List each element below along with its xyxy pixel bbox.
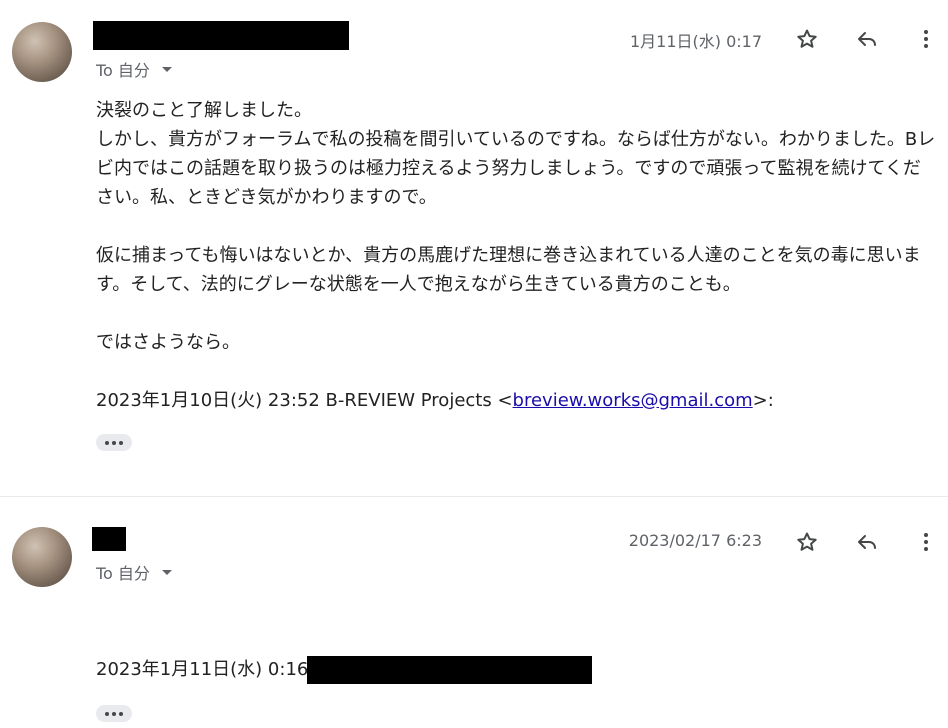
quoted-header-suffix: >: [752, 390, 774, 411]
email-message: To 自分 1月11日(水) 0:17 決裂のこと了解しました。 しかし、貴方が… [0, 0, 948, 496]
body-paragraph: ではさようなら。 [96, 332, 240, 353]
reply-icon [858, 32, 876, 46]
star-icon [797, 29, 817, 48]
ellipsis-dot [119, 711, 123, 716]
caret-down-icon[interactable] [161, 66, 172, 72]
more-options-button[interactable] [908, 21, 944, 57]
message-date: 2023/02/17 6:23 [628, 531, 762, 550]
redacted-sender-name [93, 21, 349, 50]
quoted-header-prefix: 2023年1月11日(水) 0:16 [96, 659, 309, 680]
quoted-header: 2023年1月10日(火) 23:52 B-REVIEW Projects <b… [96, 386, 938, 415]
redacted-sender-name [92, 527, 126, 551]
email-message: To 自分 2023/02/17 6:23 2023年1月11日(水) 0:16 [0, 497, 948, 728]
reply-icon [858, 535, 876, 549]
message-body: 決裂のこと了解しました。 しかし、貴方がフォーラムで私の投稿を間引いているのです… [96, 96, 938, 415]
ellipsis-dot [105, 711, 109, 716]
star-button[interactable] [789, 524, 825, 560]
show-trimmed-content-button[interactable] [96, 705, 132, 722]
recipient-label: To 自分 [96, 61, 150, 80]
more-vert-icon [924, 533, 928, 551]
more-vert-icon [924, 30, 928, 48]
show-trimmed-content-button[interactable] [96, 434, 132, 451]
quoted-header-prefix: 2023年1月10日(火) 23:52 B-REVIEW Projects < [96, 390, 513, 411]
sender-email-link[interactable]: breview.works@gmail.com [513, 390, 753, 411]
recipient-line[interactable]: To 自分 [96, 560, 172, 584]
sender-avatar[interactable] [12, 22, 72, 82]
more-options-button[interactable] [908, 524, 944, 560]
caret-down-icon[interactable] [161, 569, 172, 575]
ellipsis-dot [119, 440, 123, 445]
redacted-quote-text [307, 656, 592, 684]
sender-avatar[interactable] [12, 527, 72, 587]
reply-button[interactable] [849, 524, 885, 560]
ellipsis-dot [105, 440, 109, 445]
body-paragraph: 仮に捕まっても悔いはないとか、貴方の馬鹿げた理想に巻き込まれている人達のことを気… [96, 245, 921, 295]
recipient-label: To 自分 [96, 564, 150, 583]
reply-button[interactable] [849, 21, 885, 57]
ellipsis-dot [112, 711, 116, 716]
body-paragraph: 決裂のこと了解しました。 [96, 100, 312, 121]
message-date: 1月11日(水) 0:17 [629, 32, 762, 51]
star-icon [797, 532, 817, 551]
ellipsis-dot [112, 440, 116, 445]
body-paragraph: しかし、貴方がフォーラムで私の投稿を間引いているのですね。ならば仕方がない。わか… [96, 129, 936, 208]
recipient-line[interactable]: To 自分 [96, 57, 172, 81]
star-button[interactable] [789, 21, 825, 57]
quoted-header: 2023年1月11日(水) 0:16 [96, 655, 308, 681]
